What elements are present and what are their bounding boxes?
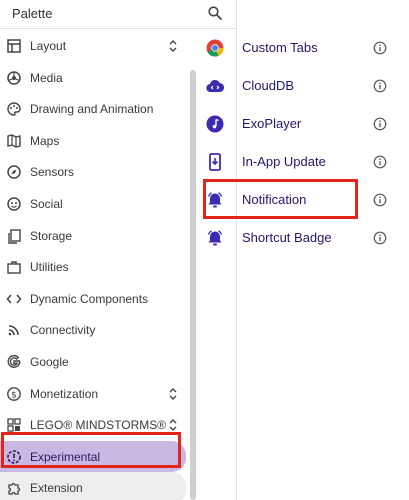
- info-icon[interactable]: [373, 79, 387, 93]
- layout-icon: [7, 39, 21, 53]
- category-layout[interactable]: Layout: [0, 30, 190, 62]
- storage-icon: [8, 228, 21, 244]
- category-label: Media: [30, 70, 63, 85]
- bell-icon: [207, 230, 223, 246]
- palette-title: Palette: [12, 6, 53, 21]
- category-label: Utilities: [30, 260, 69, 275]
- category-google[interactable]: Google: [0, 346, 190, 378]
- social-icon: [7, 197, 21, 211]
- component-exoplayer[interactable]: ExoPlayer: [196, 105, 409, 143]
- category-label: Dynamic Components: [30, 291, 149, 306]
- category-label: Monetization: [30, 386, 99, 401]
- category-label: Layout: [30, 39, 67, 53]
- category-utilities[interactable]: Utilities: [0, 251, 190, 283]
- palette-icon: [7, 102, 21, 116]
- music-icon: [206, 115, 224, 133]
- category-label: LEGO® MINDSTORMS®: [30, 418, 167, 433]
- category-extension[interactable]: Extension: [0, 472, 186, 500]
- component-in-app-update[interactable]: In-App Update: [196, 143, 409, 181]
- category-label: Storage: [30, 228, 73, 243]
- category-connectivity[interactable]: Connectivity: [0, 314, 190, 346]
- category-dynamic-components[interactable]: Dynamic Components: [0, 283, 190, 315]
- code-icon: [6, 294, 22, 304]
- category-label: Connectivity: [30, 323, 96, 338]
- info-icon[interactable]: [373, 117, 387, 131]
- compass-icon: [7, 165, 21, 180]
- info-icon[interactable]: [373, 41, 387, 55]
- chrome-icon: [206, 39, 224, 57]
- info-icon[interactable]: [373, 231, 387, 245]
- svg-text:$: $: [11, 390, 17, 400]
- component-label: In-App Update: [242, 154, 326, 169]
- category-monetization[interactable]: $ Monetization: [0, 378, 190, 410]
- component-clouddb[interactable]: CloudDB: [196, 67, 409, 105]
- info-icon[interactable]: [373, 155, 387, 169]
- media-icon: [7, 70, 21, 85]
- lego-icon: [7, 418, 21, 432]
- category-label: Drawing and Animation: [30, 102, 154, 117]
- expand-icon[interactable]: [168, 386, 178, 402]
- components-panel: Custom Tabs CloudDB ExoPlayer In-App Upd…: [196, 0, 409, 500]
- phone-update-icon: [209, 153, 221, 171]
- component-custom-tabs[interactable]: Custom Tabs: [196, 29, 409, 67]
- category-label: Sensors: [30, 165, 75, 180]
- map-icon: [7, 134, 21, 148]
- cloud-db-icon: [206, 79, 224, 93]
- category-label: Google: [30, 354, 69, 369]
- category-list: Layout Media Drawing and Animation Maps …: [0, 30, 190, 500]
- palette-panel: Palette Layout Media Drawing and Animati…: [0, 0, 236, 500]
- component-label: Shortcut Badge: [242, 230, 332, 245]
- category-label: Extension: [30, 481, 83, 496]
- category-media[interactable]: Media: [0, 62, 190, 94]
- highlight-box-notification: [203, 179, 358, 219]
- highlight-box-experimental: [1, 432, 181, 468]
- google-icon: [7, 354, 21, 368]
- category-storage[interactable]: Storage: [0, 220, 190, 252]
- category-label: Maps: [30, 133, 60, 148]
- expand-icon[interactable]: [168, 417, 178, 433]
- info-icon[interactable]: [373, 193, 387, 207]
- category-maps[interactable]: Maps: [0, 125, 190, 157]
- briefcase-icon: [7, 261, 21, 274]
- category-label: Social: [30, 196, 63, 211]
- component-label: CloudDB: [242, 78, 295, 93]
- component-label: ExoPlayer: [242, 116, 302, 131]
- puzzle-icon: [8, 483, 21, 495]
- dollar-icon: $: [7, 386, 21, 401]
- category-social[interactable]: Social: [0, 188, 190, 220]
- expand-icon[interactable]: [168, 38, 178, 54]
- wifi-icon: [8, 325, 19, 336]
- category-sensors[interactable]: Sensors: [0, 156, 190, 188]
- component-shortcut-badge[interactable]: Shortcut Badge: [196, 219, 409, 257]
- category-drawing-and-animation[interactable]: Drawing and Animation: [0, 93, 190, 125]
- component-label: Custom Tabs: [242, 40, 318, 55]
